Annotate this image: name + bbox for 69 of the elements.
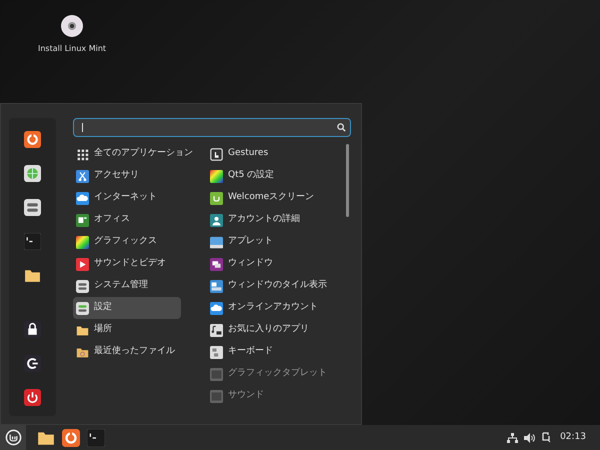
category-item[interactable]: アクセサリ (73, 165, 181, 187)
lock-icon (24, 320, 41, 338)
favorite-button[interactable] (22, 128, 44, 150)
grid-icon (76, 148, 89, 160)
network-icon (507, 432, 518, 442)
category-item[interactable]: グラフィックス (73, 231, 181, 253)
category-item[interactable]: インターネット (73, 187, 181, 209)
app-item[interactable]: キーボード (209, 341, 341, 363)
mint-logo-icon (4, 429, 22, 446)
panel-icon (210, 236, 223, 248)
favorite-button[interactable] (22, 352, 44, 374)
folder-icon (76, 346, 89, 358)
music-note-icon (210, 324, 223, 336)
app-item[interactable]: Qt5 の設定 (209, 165, 341, 187)
menu-button[interactable] (0, 425, 26, 450)
tablet-icon (210, 368, 223, 380)
browser-icon (24, 130, 41, 148)
search-icon (337, 123, 346, 132)
terminal-icon (24, 232, 41, 250)
toggle-switch-icon (24, 198, 41, 216)
favorite-button[interactable] (22, 318, 44, 340)
app-item[interactable]: Gestures (209, 143, 341, 165)
app-item[interactable]: グラフィックタブレット (209, 363, 341, 385)
favorite-button[interactable] (22, 386, 44, 408)
category-item[interactable]: サウンドとビデオ (73, 253, 181, 275)
favorite-button[interactable] (22, 162, 44, 184)
person-icon (210, 214, 223, 226)
terminal-icon (86, 428, 104, 446)
category-item[interactable]: 全てのアプリケーション (73, 143, 196, 165)
cloud-icon (76, 192, 89, 204)
color-square-icon (76, 236, 89, 248)
launcher-button[interactable] (61, 428, 80, 447)
globe-icon (24, 164, 41, 182)
category-item[interactable]: 場所 (73, 319, 181, 341)
desktop-icon-label[interactable]: Install Linux Mint (38, 43, 106, 55)
toggle-switch-icon (76, 280, 89, 292)
app-item[interactable]: アカウントの詳細 (209, 209, 341, 231)
favorite-button[interactable] (22, 196, 44, 218)
disc-icon[interactable] (60, 14, 84, 38)
cloud-icon (210, 302, 223, 314)
app-item[interactable]: ウィンドウ (209, 253, 341, 275)
logout-icon (24, 354, 41, 372)
tablet-icon (210, 390, 223, 402)
volume-icon (524, 432, 536, 442)
app-item[interactable]: オンラインアカウント (209, 297, 341, 319)
scissors-icon (76, 170, 89, 182)
category-item[interactable]: システム管理 (73, 275, 181, 297)
app-item[interactable]: Welcomeスクリーン (209, 187, 341, 209)
app-item[interactable]: お気に入りのアプリ (209, 319, 341, 341)
category-item[interactable]: 設定 (73, 297, 181, 319)
mint-logo-icon (210, 192, 223, 204)
toggle-switch-icon (76, 302, 89, 314)
folder-icon (76, 324, 89, 336)
color-square-icon (210, 170, 223, 182)
category-item[interactable]: オフィス (73, 209, 181, 231)
play-icon (76, 258, 89, 270)
clock[interactable]: 02:13 (560, 430, 586, 444)
app-item[interactable]: アプレット (209, 231, 341, 253)
app-item[interactable]: ウィンドウのタイル表示 (209, 275, 341, 297)
power-icon (24, 388, 41, 406)
notification-icon (541, 432, 552, 443)
category-item[interactable]: 最近使ったファイル (73, 341, 181, 363)
tiled-window-icon (210, 280, 223, 292)
browser-icon (62, 428, 80, 446)
scrollbar[interactable] (346, 144, 349, 217)
document-icon (76, 214, 89, 226)
windows-icon (210, 258, 223, 270)
app-item[interactable]: サウンド (209, 385, 341, 405)
search-field[interactable] (73, 118, 351, 137)
